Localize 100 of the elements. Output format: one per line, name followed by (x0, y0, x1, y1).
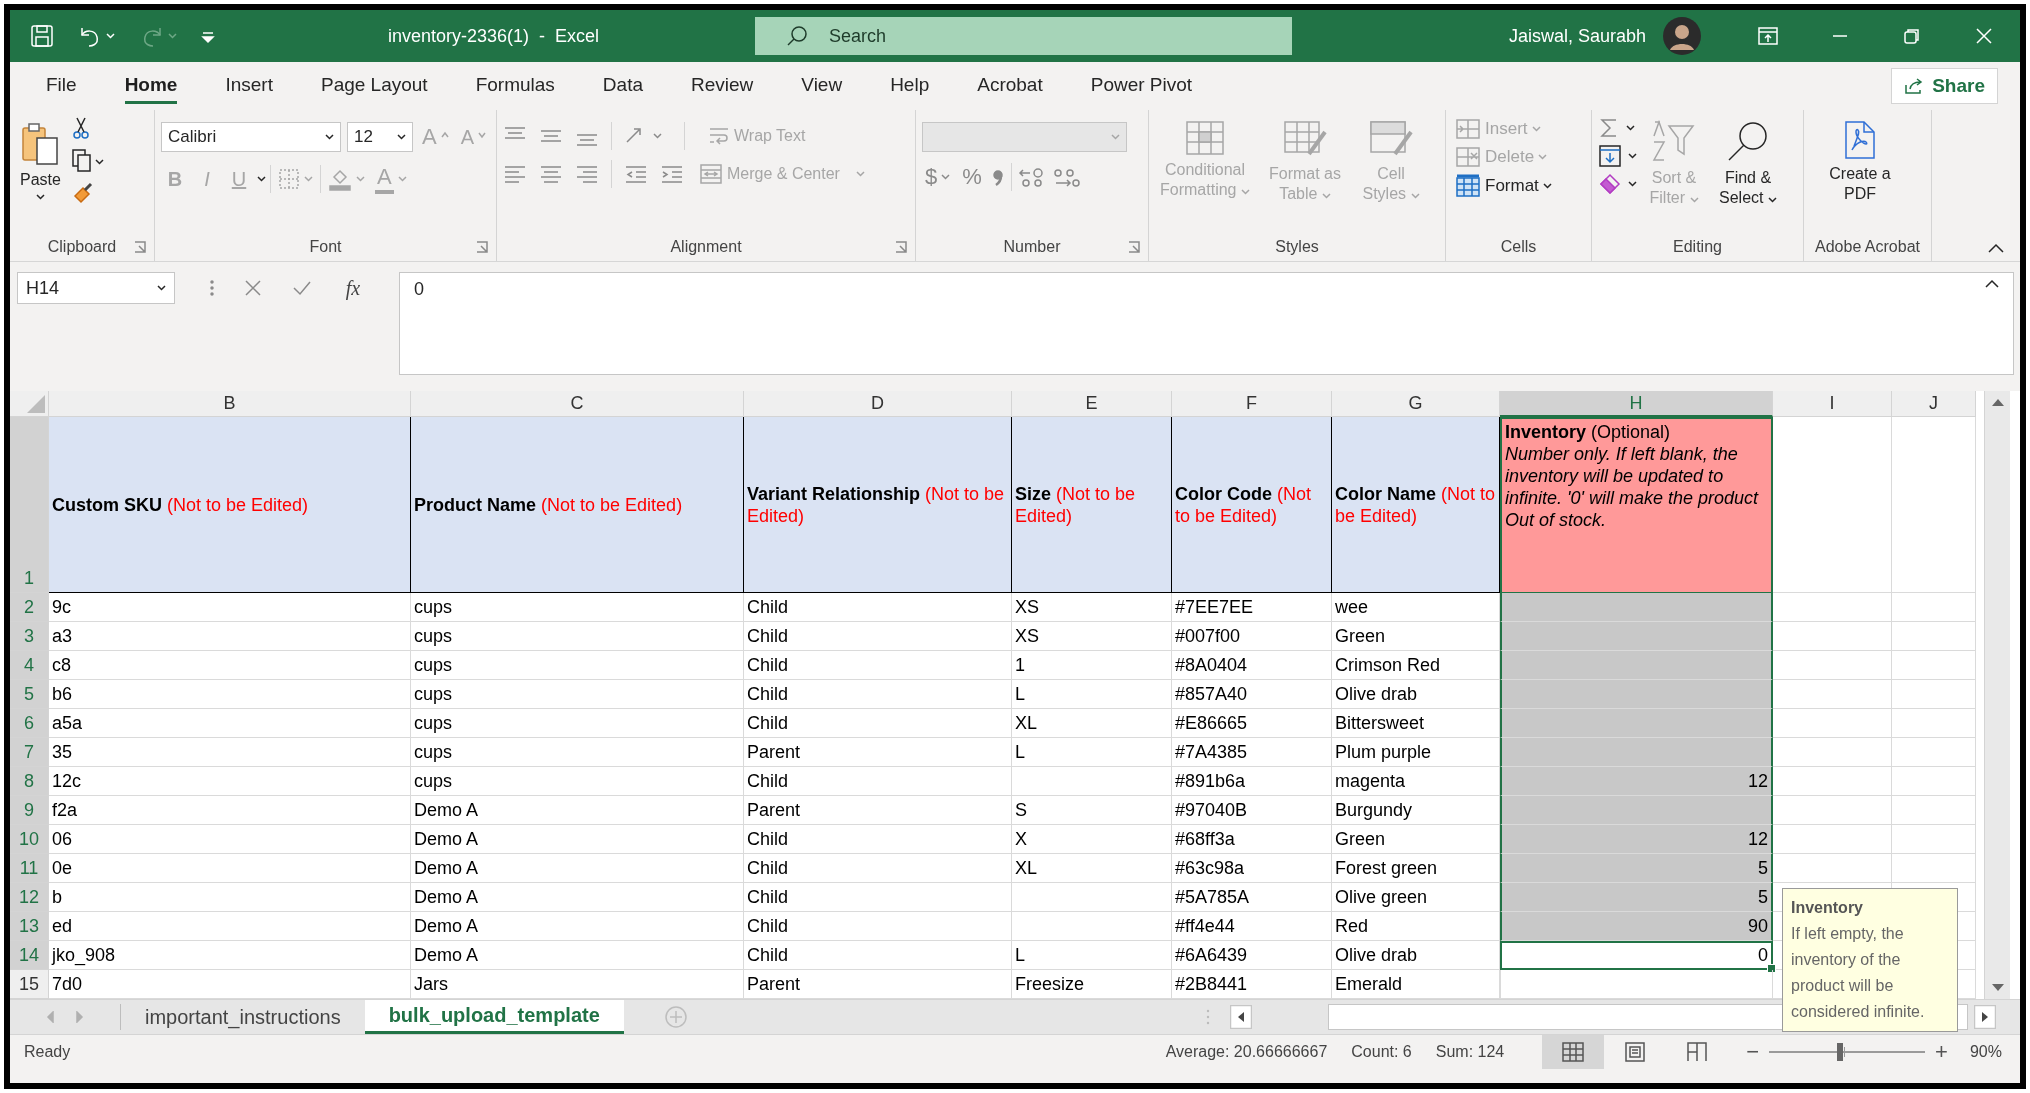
search-field[interactable]: Search (755, 17, 1292, 55)
align-right-icon[interactable] (575, 163, 599, 185)
find-select-button[interactable]: Find & Select (1711, 116, 1785, 212)
table-cell[interactable]: 5 (1500, 883, 1773, 912)
normal-view-button[interactable] (1542, 1035, 1605, 1069)
scroll-left-icon[interactable] (1230, 1005, 1252, 1029)
ribbon-tab[interactable]: Review (667, 66, 778, 106)
increase-indent-icon[interactable] (660, 163, 684, 185)
column-header[interactable]: B (49, 391, 411, 417)
ribbon-display-icon[interactable] (1757, 26, 1779, 46)
close-icon[interactable] (1974, 26, 1994, 46)
table-cell[interactable]: 12 (1500, 767, 1773, 796)
align-left-icon[interactable] (503, 163, 527, 185)
row-header[interactable]: 12 (10, 883, 49, 912)
ribbon-tab[interactable]: Home (100, 66, 202, 106)
dialog-launcher-icon[interactable] (476, 241, 488, 253)
table-cell[interactable] (1500, 738, 1773, 767)
ribbon-tab[interactable]: Insert (201, 66, 297, 106)
cut-icon[interactable] (70, 116, 91, 140)
column-header[interactable]: C (411, 391, 744, 417)
vertical-scrollbar[interactable] (1984, 391, 2010, 999)
scroll-right-icon[interactable] (1974, 1005, 1996, 1029)
table-cell[interactable]: 12 (1500, 825, 1773, 854)
slider-thumb[interactable] (1836, 1043, 1843, 1061)
cancel-icon[interactable] (243, 279, 262, 297)
table-cell[interactable] (1500, 593, 1773, 622)
select-all-icon[interactable] (27, 395, 45, 413)
table-cell[interactable]: 5 (1500, 854, 1773, 883)
decrease-indent-icon[interactable] (624, 163, 648, 185)
fill-down-icon[interactable] (1598, 144, 1622, 168)
dialog-launcher-icon[interactable] (895, 241, 907, 253)
insert-function-button[interactable]: fx (341, 276, 365, 300)
column-header[interactable]: I (1773, 391, 1892, 417)
row-header[interactable]: 3 (10, 622, 49, 651)
table-cell[interactable]: 0 (1500, 941, 1773, 970)
cells-button[interactable]: Format (1452, 172, 1555, 200)
row-header[interactable]: 7 (10, 738, 49, 767)
ribbon-tab[interactable]: View (777, 66, 867, 106)
table-cell[interactable]: 90 (1500, 912, 1773, 941)
save-icon[interactable] (30, 24, 54, 48)
table-cell[interactable] (1500, 709, 1773, 738)
row-header[interactable]: 6 (10, 709, 49, 738)
next-sheet-icon[interactable] (76, 1011, 84, 1023)
row-header[interactable]: 9 (10, 796, 49, 825)
zoom-in-button[interactable]: + (1935, 1039, 1948, 1065)
ribbon-tab[interactable]: Page Layout (296, 66, 452, 106)
column-header[interactable]: H (1500, 391, 1773, 417)
table-cell[interactable] (1500, 622, 1773, 651)
paste-button[interactable]: Paste (16, 116, 65, 204)
ribbon-tab[interactable]: File (22, 66, 101, 106)
font-size-dropdown[interactable]: 12 (347, 122, 413, 152)
row-header[interactable]: 14 (10, 941, 49, 970)
align-center-icon[interactable] (539, 163, 563, 185)
table-cell[interactable] (1500, 651, 1773, 680)
previous-sheet-icon[interactable] (46, 1011, 54, 1023)
share-button[interactable]: Share (1891, 68, 1998, 104)
row-header[interactable]: 2 (10, 593, 49, 622)
row-header[interactable]: 10 (10, 825, 49, 854)
column-header[interactable]: E (1012, 391, 1172, 417)
expand-formula-icon[interactable] (1985, 279, 1999, 289)
table-cell[interactable] (1500, 796, 1773, 825)
caret-icon (397, 134, 406, 140)
ribbon-tab[interactable]: Data (578, 66, 667, 106)
font-name-dropdown[interactable]: Calibri (161, 122, 341, 152)
ribbon-tab[interactable]: Acrobat (953, 66, 1067, 106)
enter-icon[interactable] (291, 279, 312, 297)
column-header[interactable]: J (1892, 391, 1976, 417)
row-header[interactable]: 15 (10, 970, 49, 999)
dialog-launcher-icon[interactable] (1128, 241, 1140, 253)
scroll-down-icon[interactable] (1990, 983, 2005, 993)
scroll-up-icon[interactable] (1990, 397, 2005, 407)
zoom-out-button[interactable]: − (1746, 1039, 1760, 1065)
row-header[interactable]: 8 (10, 767, 49, 796)
column-header[interactable]: F (1172, 391, 1332, 417)
table-cell: Demo A (411, 854, 744, 883)
ribbon-tab[interactable]: Help (866, 66, 954, 106)
row-header[interactable]: 4 (10, 651, 49, 680)
column-header[interactable]: G (1332, 391, 1500, 417)
sheet-tab[interactable]: important_instructions (121, 1000, 365, 1034)
name-box[interactable]: H14 (17, 272, 175, 304)
create-pdf-button[interactable]: Create a PDF (1810, 116, 1910, 208)
restore-icon[interactable] (1902, 26, 1922, 46)
row-header[interactable]: 5 (10, 680, 49, 709)
row-header[interactable]: 1 (10, 417, 49, 593)
collapse-ribbon-icon[interactable] (1988, 243, 2004, 253)
column-header[interactable]: D (744, 391, 1012, 417)
avatar-icon[interactable] (1662, 16, 1702, 56)
dialog-launcher-icon[interactable] (134, 241, 146, 253)
copy-icon[interactable] (70, 148, 105, 174)
sheet-tab[interactable]: bulk_upload_template (364, 1000, 624, 1034)
row-header[interactable]: 13 (10, 912, 49, 941)
ribbon-tab[interactable]: Power Pivot (1066, 66, 1217, 106)
table-cell[interactable] (1500, 680, 1773, 709)
increase-decimal-icon[interactable] (1017, 165, 1046, 189)
formula-input[interactable]: 0 (399, 272, 2014, 375)
eraser-icon[interactable] (1598, 172, 1622, 196)
ribbon-tab[interactable]: Formulas (451, 66, 579, 106)
fill-handle[interactable] (1767, 964, 1776, 973)
group-label: Adobe Acrobat (1815, 238, 1920, 256)
row-header[interactable]: 11 (10, 854, 49, 883)
